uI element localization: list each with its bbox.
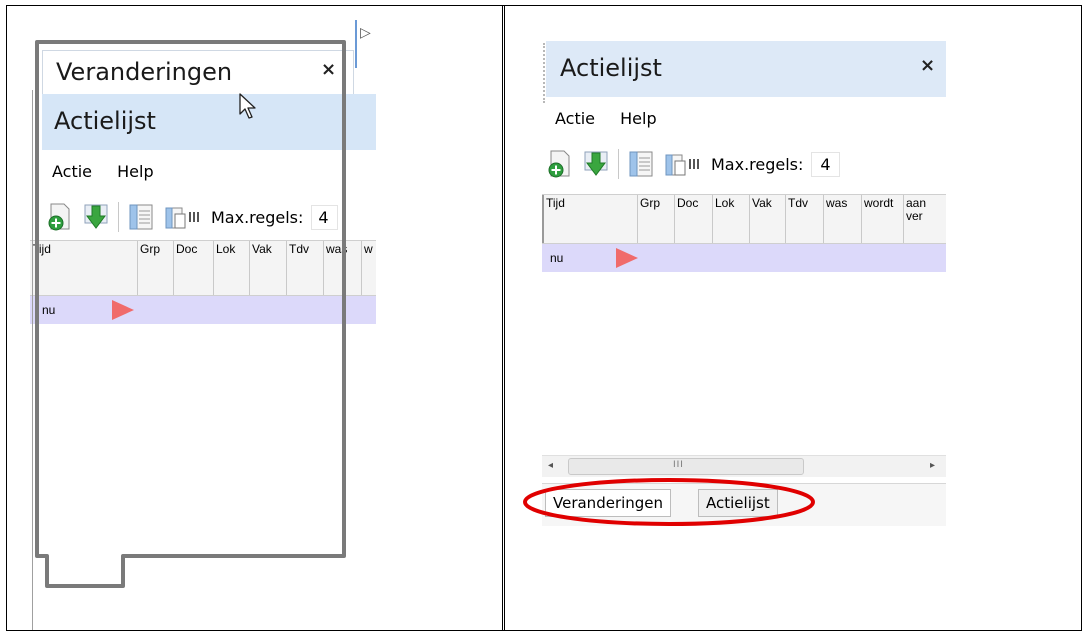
current-row-arrow-icon	[616, 248, 638, 268]
frame-divider	[502, 5, 503, 631]
columns-view-icon[interactable]	[663, 149, 701, 179]
left-dotted-edge	[32, 90, 33, 630]
table-row[interactable]: nu	[542, 244, 946, 272]
panel-title-bar: Actielijst ×	[546, 41, 946, 97]
download-arrow-icon[interactable]	[582, 149, 610, 179]
menu-help[interactable]: Help	[620, 109, 656, 128]
red-annotation-ellipse	[523, 478, 815, 526]
right-screenshot: Actielijst × Actie Help Max.regels: 4 Ti…	[524, 41, 946, 526]
grid-header: Tijd Grp Doc Lok Vak Tdv was wordt aan v…	[542, 194, 946, 244]
col-lok[interactable]: Lok	[713, 195, 750, 243]
close-icon[interactable]: ×	[920, 55, 935, 76]
form-view-icon[interactable]	[627, 149, 655, 179]
cursor-arrow-icon	[239, 93, 256, 119]
panel-title: Actielijst	[560, 54, 662, 82]
frame-divider-2	[504, 5, 505, 631]
col-grp[interactable]: Grp	[638, 195, 675, 243]
col-doc[interactable]: Doc	[675, 195, 713, 243]
col-was[interactable]: was	[824, 195, 862, 243]
toolbar: Max.regels: 4	[546, 147, 840, 181]
scroll-right-icon[interactable]: ▸	[930, 460, 935, 471]
col-vak[interactable]: Vak	[750, 195, 786, 243]
toolbar-separator	[618, 149, 619, 179]
max-regels-input[interactable]: 4	[811, 151, 840, 177]
col-tijd[interactable]: Tijd	[542, 195, 638, 243]
add-document-icon[interactable]	[546, 149, 574, 179]
menu-bar: Actie Help	[555, 109, 677, 128]
left-screenshot: ▷ Veranderingen × Actielijst Actie Help …	[30, 20, 376, 630]
col-tdv[interactable]: Tdv	[786, 195, 824, 243]
max-regels-label: Max.regels:	[711, 154, 804, 174]
panel-dotted-edge	[543, 43, 545, 103]
menu-actie[interactable]: Actie	[555, 109, 595, 128]
col-aan-ver[interactable]: aan ver	[904, 195, 930, 243]
row-label: nu	[550, 251, 564, 265]
drag-outline	[35, 40, 346, 588]
col-wordt[interactable]: wordt	[862, 195, 904, 243]
